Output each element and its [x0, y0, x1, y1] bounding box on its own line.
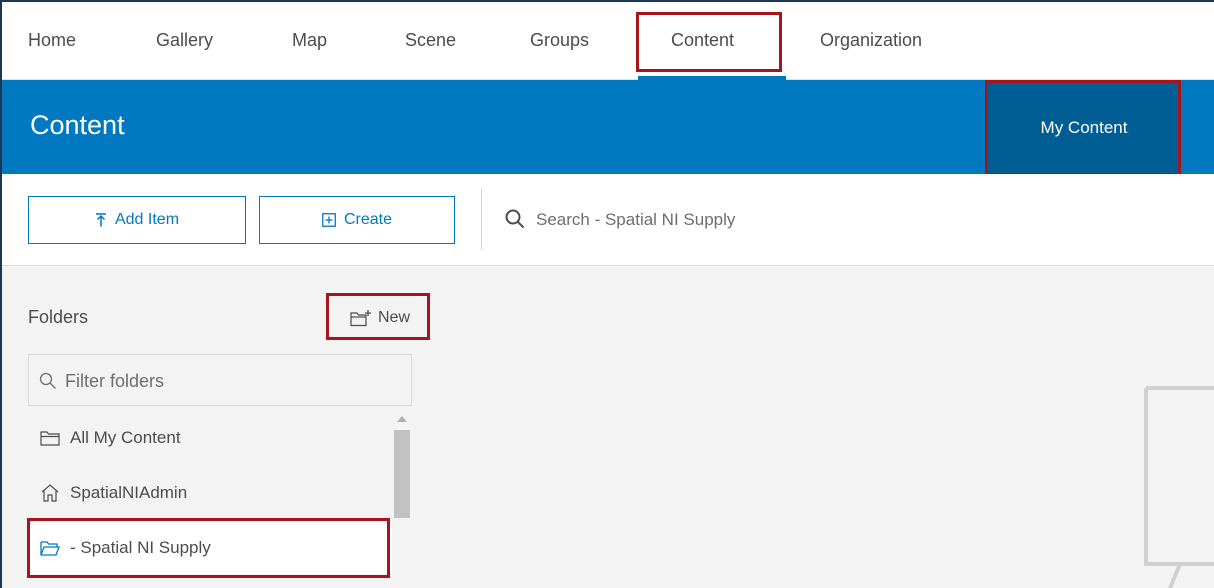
create-button[interactable]: Create [259, 196, 455, 244]
tab-my-content[interactable]: My Content [988, 82, 1180, 174]
scroll-thumb[interactable] [394, 430, 410, 518]
nav-scene[interactable]: Scene [405, 30, 456, 51]
empty-content-illustration [1144, 386, 1214, 588]
folder-icon [40, 431, 60, 446]
create-label: Create [343, 211, 393, 228]
search-icon [504, 208, 526, 230]
folder-list: All My Content SpatialNIAdmin - Spatial … [28, 410, 392, 588]
folder-item-label: All My Content [70, 428, 181, 447]
folder-open-icon [40, 541, 60, 556]
folder-item-spatialniadmin[interactable]: SpatialNIAdmin [28, 467, 392, 519]
folders-heading: Folders [28, 307, 89, 327]
folder-list-scrollbar[interactable] [392, 410, 412, 588]
new-folder-icon [350, 310, 371, 327]
nav-gallery[interactable]: Gallery [156, 30, 213, 51]
tab-my-content-label: My Content [1040, 118, 1128, 137]
search-input[interactable] [536, 200, 1176, 240]
filter-folders-input[interactable] [65, 363, 395, 399]
folder-item-label: - Spatial NI Supply [70, 538, 211, 557]
plus-square-icon [322, 213, 336, 227]
folder-item-all-my-content[interactable]: All My Content [28, 412, 392, 464]
nav-map[interactable]: Map [292, 30, 327, 51]
page-title: Content [30, 110, 125, 140]
nav-content[interactable]: Content [671, 30, 734, 51]
nav-groups[interactable]: Groups [530, 30, 589, 51]
add-item-button[interactable]: Add Item [28, 196, 246, 244]
upload-icon [95, 213, 106, 227]
new-folder-label: New [377, 309, 410, 326]
nav-organization[interactable]: Organization [820, 30, 922, 51]
filter-folders-box [28, 354, 412, 406]
toolbar-divider [481, 188, 482, 250]
content-toolbar: Add Item Create [0, 174, 1214, 266]
scroll-up-arrow[interactable] [397, 416, 407, 422]
filter-search-icon [39, 372, 56, 389]
add-item-label: Add Item [114, 211, 180, 228]
nav-home[interactable]: Home [28, 30, 76, 51]
new-folder-button[interactable]: New [334, 300, 426, 336]
top-navigation: Home Gallery Map Scene Groups Content Or… [0, 0, 1214, 80]
home-icon [41, 484, 59, 502]
folder-item-label: SpatialNIAdmin [70, 483, 188, 502]
folder-item-spatial-ni-supply[interactable]: - Spatial NI Supply [28, 522, 392, 574]
